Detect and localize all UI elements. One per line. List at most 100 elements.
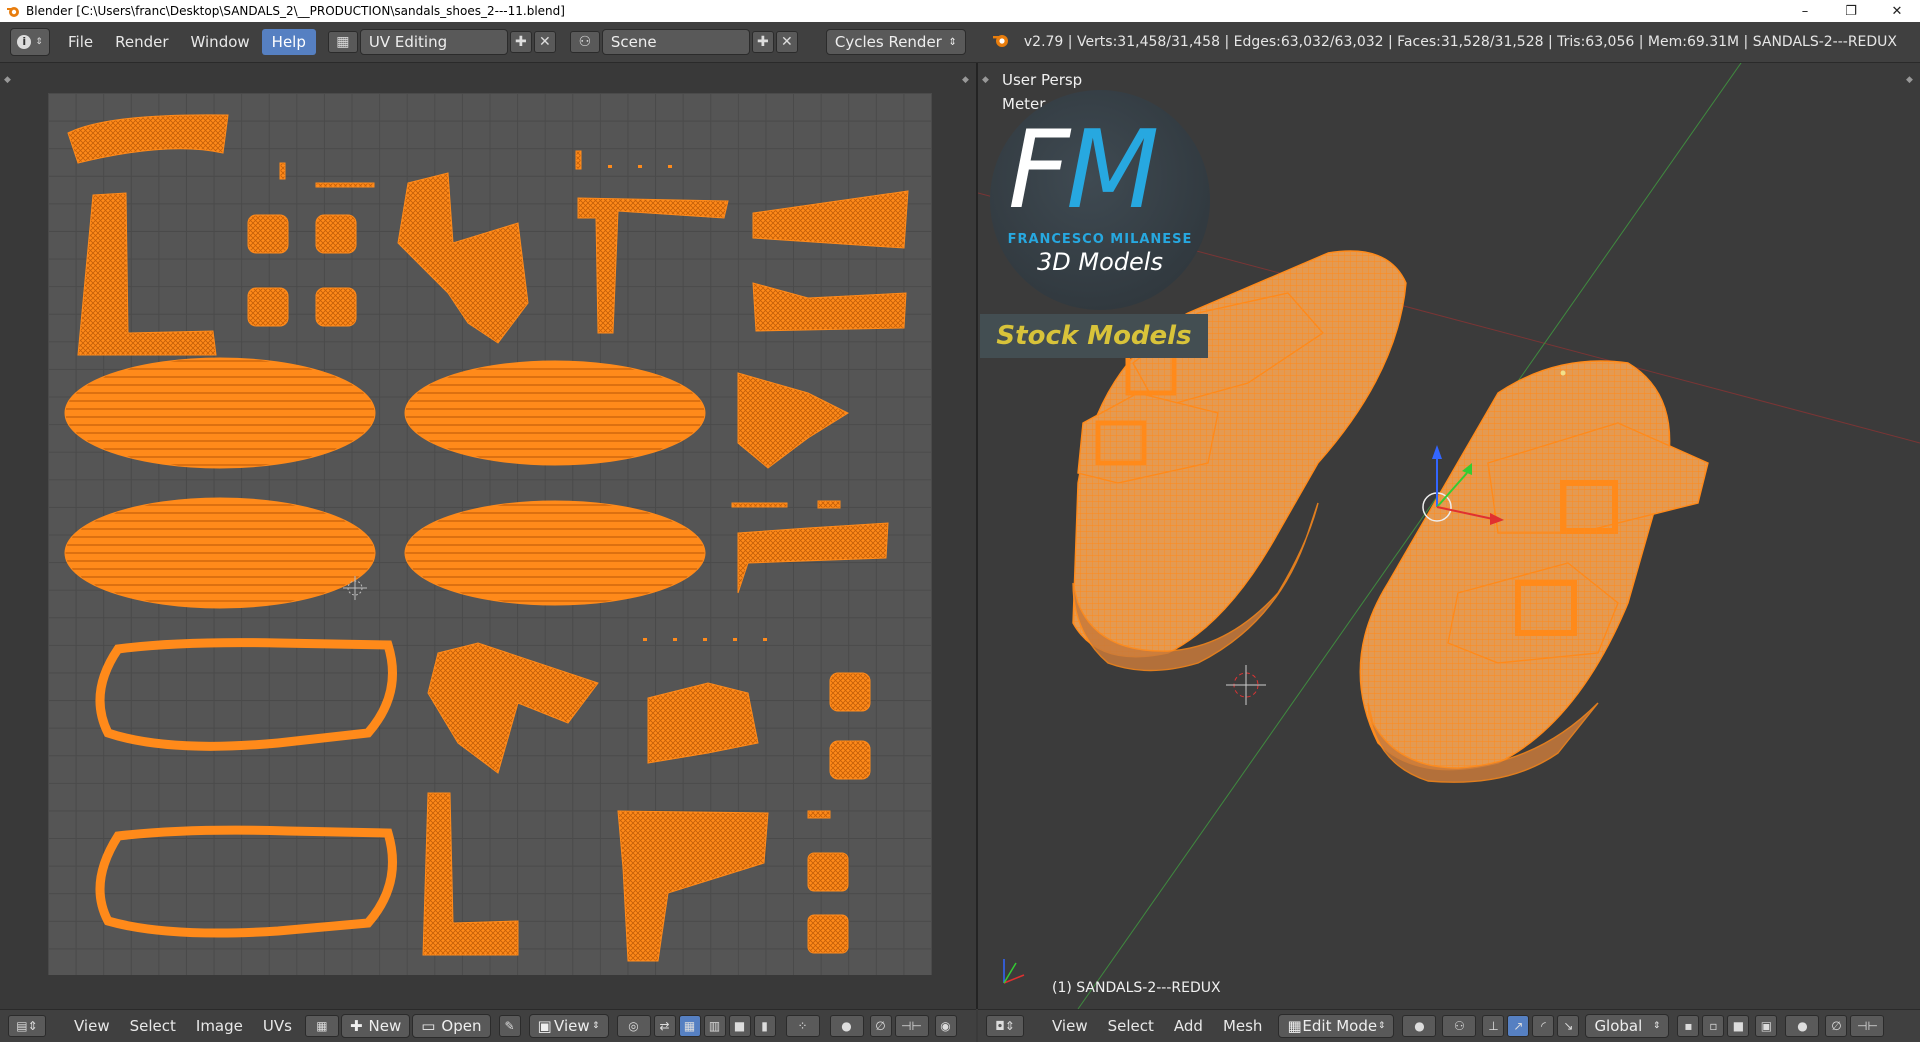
add-scene-button[interactable]: ✚ [751,31,774,53]
uv-island-dot [733,638,737,641]
uv-island-buckle [807,852,849,892]
uv-sculpt-icon[interactable]: ◉ [934,1015,957,1037]
proportional-edit-icon[interactable]: ● [829,1015,864,1037]
viewport-shading-icon[interactable]: ● [1402,1015,1437,1037]
island-select-icon[interactable]: ▮ [753,1015,776,1037]
menu-render[interactable]: Render [105,29,178,55]
v3d-menu-mesh[interactable]: Mesh [1213,1017,1273,1035]
manipulator-icon[interactable]: ⊥ [1482,1015,1505,1037]
occlude-geometry-icon[interactable]: ▣ [1755,1015,1778,1037]
scale-icon[interactable]: ↘ [1557,1015,1580,1037]
uv-island-dot [638,165,642,168]
uv-island-upper [397,172,529,344]
edge-select-icon[interactable]: ▥ [703,1015,726,1037]
menu-file[interactable]: File [58,29,103,55]
uv-island-buckle [829,672,871,712]
editor-type-selector[interactable]: i ⇕ [10,28,50,56]
edit-mode-icon: ▦ [1287,1017,1302,1035]
face-select-icon[interactable]: ■ [728,1015,751,1037]
vertex-select-icon[interactable]: ▪ [1677,1015,1700,1037]
uv-island-dot [673,638,677,641]
view-mode-select[interactable]: ▣ View ⇕ [528,1014,609,1038]
minimize-button[interactable]: – [1782,0,1828,22]
new-image-label: New [368,1017,402,1035]
uv-island-dot [643,638,647,641]
pivot-point-icon[interactable]: ⚇ [1442,1015,1477,1037]
transform-orientation-select[interactable]: Global ⇕ [1585,1014,1670,1038]
uv-grid-canvas[interactable] [48,93,932,975]
sticky-mode-icon[interactable]: ⁘ [785,1015,820,1037]
close-button[interactable]: ✕ [1874,0,1920,22]
uv-island-rim [95,825,397,938]
uv-menu-uvs[interactable]: UVs [253,1017,302,1035]
remove-scene-button[interactable]: ✕ [775,31,798,53]
uv-island-strap-top [67,114,229,164]
info-icon: i [17,35,32,49]
info-header: i ⇕ File Render Window Help ▦ UV Editing… [0,22,1920,63]
v3d-menu-view[interactable]: View [1042,1017,1098,1035]
v3d-menu-add[interactable]: Add [1164,1017,1213,1035]
scene-field[interactable]: Scene [601,29,750,55]
uv-island-dot [608,165,612,168]
v3d-menu-select[interactable]: Select [1098,1017,1164,1035]
image-browse-icon[interactable]: ▦ [304,1015,339,1037]
area-corner-icon[interactable]: ◆ [1906,75,1914,85]
interaction-mode-select[interactable]: ▦ Edit Mode ⇕ [1278,1014,1395,1038]
blender-logo-icon [992,31,1010,53]
area-corner-icon[interactable]: ◆ [962,75,970,85]
axis-widget-icon [1003,959,1025,984]
face-select-icon[interactable]: ■ [1727,1015,1750,1037]
snap-element-icon[interactable]: ⊣⊢ [1850,1015,1885,1037]
uv-island-strap-piece [737,372,850,469]
updown-icon: ⇕ [1652,1021,1661,1031]
new-image-button[interactable]: ✚ New [340,1014,411,1038]
pin-icon[interactable]: ✎ [498,1015,521,1037]
edge-select-icon[interactable]: ▫ [1702,1015,1725,1037]
interaction-mode-label: Edit Mode [1302,1017,1378,1035]
snap-icon[interactable]: ∅ [1825,1015,1848,1037]
uv-island-buckle [247,287,289,327]
uv-island-sole-side [77,192,217,356]
uv-island-heel-band [752,190,909,249]
watermark-logo: FM FRANCESCO MILANESE 3D Models [990,90,1210,310]
sandal-right-mesh [1359,360,1709,783]
open-image-button[interactable]: ▭ Open [412,1014,491,1038]
uv-island-bar [817,500,841,509]
vertex-select-icon[interactable]: ▦ [678,1015,701,1037]
uv-island-bar [731,502,788,508]
uv-menu-view[interactable]: View [64,1017,120,1035]
active-object-label: (1) SANDALS-2---REDUX [1052,980,1221,996]
uv-island-buckle [807,914,849,954]
uv-island-sole [64,357,376,469]
transform-orientation-label: Global [1594,1017,1643,1035]
sync-selection-icon[interactable]: ⇄ [653,1015,676,1037]
remove-layout-button[interactable]: ✕ [533,31,556,53]
add-layout-button[interactable]: ✚ [509,31,532,53]
menu-window[interactable]: Window [181,29,260,55]
render-engine-select[interactable]: Cycles Render ⇕ [825,29,966,55]
uv-island-sole [404,500,706,606]
uv-menu-select[interactable]: Select [120,1017,186,1035]
rotate-icon[interactable]: ◜ [1532,1015,1555,1037]
stock-models-banner: Stock Models [980,314,1208,358]
screen-layout-field[interactable]: UV Editing [359,29,508,55]
area-corner-icon[interactable]: ◆ [982,75,990,85]
uv-islands[interactable] [48,93,932,975]
maximize-button[interactable]: ❐ [1828,0,1874,22]
uv-menu-image[interactable]: Image [186,1017,253,1035]
uv-island-bar [807,810,831,819]
translate-icon[interactable]: ↗ [1507,1015,1530,1037]
layout-icon[interactable]: ▦ [327,31,358,53]
editor-type-selector[interactable]: ▤⇕ [8,1015,46,1037]
proportional-edit-icon[interactable]: ● [1785,1015,1820,1037]
editor-type-selector[interactable]: ◘⇕ [986,1015,1024,1037]
menu-help[interactable]: Help [261,29,316,55]
scene-icon[interactable]: ⚇ [569,31,600,53]
scene-statistics: v2.79 | Verts:31,458/31,458 | Edges:63,0… [1023,34,1898,50]
pivot-icon[interactable]: ◎ [616,1015,651,1037]
uv-image-editor[interactable]: ◆ ◆ [0,63,978,1009]
updown-icon: ⇕ [948,36,957,48]
area-corner-icon[interactable]: ◆ [4,75,12,85]
snap-icon[interactable]: ∅ [869,1015,892,1037]
snap-target-icon[interactable]: ⊣⊢ [894,1015,929,1037]
